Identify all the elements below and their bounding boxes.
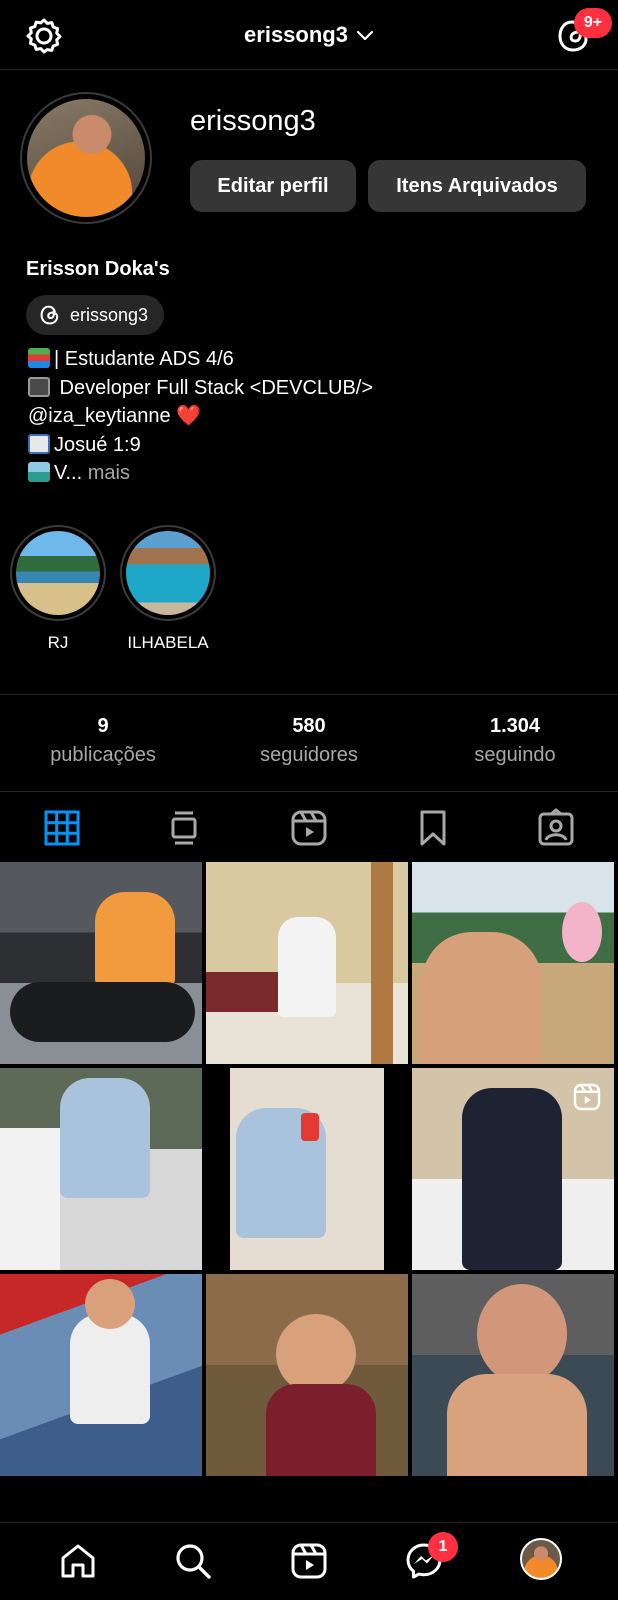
tagged-icon[interactable] [536,808,576,848]
chevron-down-icon [356,31,374,41]
bio-more-link[interactable]: mais [82,462,130,484]
post-figure [562,902,602,962]
post-figure [266,1384,376,1476]
post-figure [477,1284,567,1384]
full-name: Erisson Doka's [26,258,170,280]
post-figure [85,1279,135,1329]
highlight-label: ILHABELA [127,633,209,652]
post-figure [206,972,286,1012]
highlight-ring [10,525,106,621]
post-figure [0,1128,60,1270]
bio-line: V... mais [28,459,373,488]
highlight-ring [120,525,216,621]
header-username: erissong3 [244,22,348,47]
stat-label: publicações [50,744,156,766]
profile-username: erissong3 [190,105,316,137]
threads-profile-link[interactable]: erissong3 [26,295,165,335]
threads-logo-icon [40,305,59,325]
grid-post[interactable] [206,1274,408,1476]
grid-icon[interactable] [42,808,82,848]
highlight-ilhabela[interactable]: ILHABELA [120,525,216,653]
highlight-label: RJ [47,633,69,652]
grid-post[interactable] [412,1274,614,1476]
grid-post[interactable] [0,1274,202,1476]
following-count[interactable]: 1.304 seguindo [412,715,618,767]
edit-profile-button[interactable]: Editar perfil [190,160,356,212]
stat-value: 1.304 [489,715,541,737]
notification-badge: 9+ [574,8,612,38]
search-icon[interactable] [173,1541,213,1581]
grid-post[interactable] [0,1068,202,1270]
post-figure [278,917,336,1017]
messages-badge: 1 [428,1532,458,1562]
home-icon[interactable] [58,1541,98,1581]
books-emoji-icon [28,348,50,368]
posts-count: 9 publicações [0,715,206,767]
stat-value: 580 [292,715,326,737]
grid-post[interactable] [206,1068,408,1270]
bus-emoji-icon [28,462,50,482]
post-figure [70,1314,150,1424]
profile-avatar[interactable] [20,92,152,224]
reels-icon[interactable] [289,808,329,848]
post-figure [95,892,175,987]
posts-grid [0,862,618,1480]
saved-icon[interactable] [413,808,453,848]
post-figure [447,1374,587,1476]
beach-image [16,531,100,615]
avatar-image [27,99,145,217]
bio-line: | Estudante ADS 4/6 [28,345,373,374]
feed-icon[interactable] [164,808,204,848]
profile-stats: 9 publicações 580 seguidores 1.304 segui… [0,694,618,792]
stat-label: seguindo [474,744,556,766]
highlight-rj[interactable]: RJ [10,525,106,653]
post-figure [301,1113,319,1141]
reel-indicator-icon [573,1083,601,1111]
post-figure [422,932,542,1064]
post-figure [276,1314,356,1394]
grid-post[interactable] [412,1068,614,1270]
followers-count[interactable]: 580 seguidores [206,715,412,767]
stat-label: seguidores [260,744,358,766]
post-figure [462,1088,562,1270]
post-figure [10,982,195,1042]
profile-nav-avatar[interactable] [520,1538,562,1580]
top-bar: erissong3 9+ [0,0,618,70]
laptop-emoji-icon [28,376,50,397]
profile-bio: | Estudante ADS 4/6 Developer Full Stack… [28,345,373,488]
post-figure [371,862,393,1064]
reels-nav-icon[interactable] [289,1541,329,1581]
post-figure [60,1078,150,1198]
bio-line[interactable]: @iza_keytianne ❤️ [28,402,373,431]
grid-post[interactable] [0,862,202,1064]
bio-line: Developer Full Stack <DEVCLUB/> [28,374,373,403]
content-tabs [0,798,618,856]
stat-value: 9 [97,715,109,737]
grid-post[interactable] [412,862,614,1064]
archived-items-button[interactable]: Itens Arquivados [368,160,586,212]
open-book-emoji-icon [28,433,50,454]
bio-line: Josué 1:9 [28,431,373,460]
account-switcher[interactable]: erissong3 [0,22,618,48]
pool-image [126,531,210,615]
grid-post[interactable] [206,862,408,1064]
threads-handle: erissong3 [70,304,149,325]
